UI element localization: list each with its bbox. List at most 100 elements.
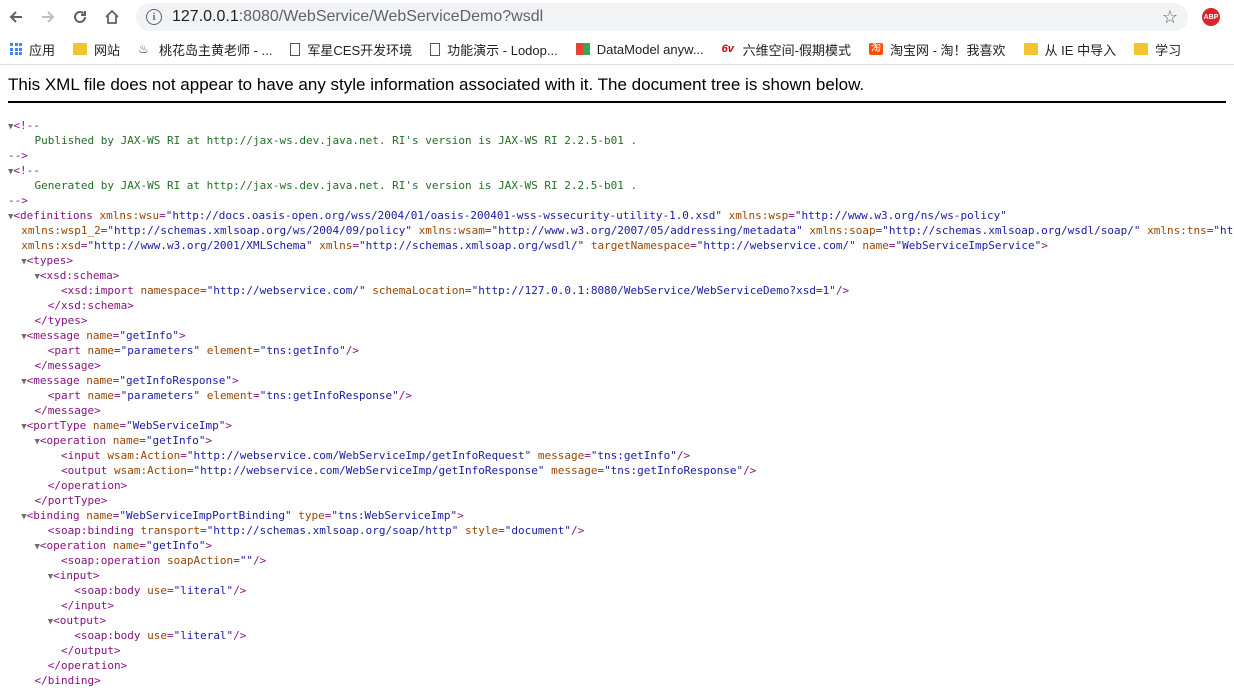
xml-attr-value: "http://webservice.com/" xyxy=(696,239,856,252)
xml-markup: </operation> xyxy=(8,659,128,672)
xml-line: ▼<!-- xyxy=(8,118,1234,133)
forward-arrow-icon[interactable] xyxy=(32,1,64,33)
xml-markup: </message> xyxy=(8,359,101,372)
bookmark-item[interactable]: 淘淘宝网 - 淘！我喜欢 xyxy=(869,40,1006,59)
xml-line: ▼<operation name="getInfo"> xyxy=(8,433,1234,448)
back-arrow-icon[interactable] xyxy=(0,1,32,33)
xml-line: <soap:operation soapAction=""/> xyxy=(8,553,1234,568)
folder-icon xyxy=(73,43,88,55)
xml-attr-value: "" xyxy=(239,554,254,567)
xml-markup xyxy=(722,209,729,222)
xml-markup: = xyxy=(253,389,260,402)
xml-attr-name: xmlns:soap xyxy=(809,224,876,237)
bookmark-item[interactable]: 应用 xyxy=(10,40,55,59)
xml-line: ▼<output> xyxy=(8,613,1234,628)
xml-attr-name: transport xyxy=(140,524,201,537)
xml-markup: > xyxy=(232,374,239,387)
xml-line: xmlns:xsd = "http://www.w3.org/2001/XMLSch… xyxy=(8,238,1234,253)
xml-attr-name: xmlns:wsp1_2 xyxy=(21,224,101,237)
xml-line: ▼<operation name="getInfo"> xyxy=(8,538,1234,553)
six-icon: 6v xyxy=(721,43,734,55)
xml-attr-value: "WebServiceImpPortBinding" xyxy=(119,509,292,522)
xml-line: --> xyxy=(8,148,1234,163)
browser-toolbar: i 127.0.0.1:8080/WebService/WebServiceDe… xyxy=(0,0,1234,34)
xml-markup: > xyxy=(225,419,232,432)
xml-markup xyxy=(8,509,21,522)
xml-line: </operation> xyxy=(8,658,1234,673)
xml-attr-value: "parameters" xyxy=(120,389,201,402)
xml-attr-value: "getInfo" xyxy=(145,434,206,447)
bookmark-label: 网站 xyxy=(94,42,121,58)
xml-line: ▼<message name="getInfo"> xyxy=(8,328,1234,343)
url-host: 127.0.0.1 xyxy=(172,8,239,25)
xml-markup: <soap:body xyxy=(8,629,148,642)
xml-attr-name: element xyxy=(206,389,254,402)
bookmark-label: 六维空间-假期模式 xyxy=(742,42,851,58)
bookmark-item[interactable]: 网站 xyxy=(73,40,120,59)
xml-markup xyxy=(200,344,207,357)
xml-attr-name: wsam:Action xyxy=(113,464,187,477)
xml-attr-value: "http://webservice.com/WebServiceImp/get… xyxy=(186,449,532,462)
bookmark-item[interactable]: 从 IE 中导入 xyxy=(1023,40,1116,59)
xml-attr-name: name xyxy=(87,344,114,357)
xml-markup: <operation xyxy=(39,434,113,447)
xml-markup: = xyxy=(788,209,795,222)
xml-line: <xsd:import namespace="http://webservice… xyxy=(8,283,1234,298)
bookmark-item[interactable]: 功能演示 - Lodop... xyxy=(430,40,558,59)
xml-attr-name: xmlns xyxy=(319,239,353,252)
adblock-plus-icon[interactable]: ABP xyxy=(1202,8,1220,26)
xml-markup: = xyxy=(690,239,697,252)
xml-attr-name: xmlns:wsp xyxy=(728,209,789,222)
bookmark-item[interactable]: 6v 六维空间-假期模式 xyxy=(722,40,851,59)
xml-line: ▼<definitions xmlns:wsu="http://docs.oas… xyxy=(8,208,1234,223)
xml-attr-value: "http://schemas.xmlsoap.org/wsdl/soap/" xyxy=(882,224,1141,237)
peach-icon: ♨ xyxy=(138,42,149,56)
xml-markup: </xsd:schema> xyxy=(8,299,134,312)
xml-line: ▼<xsd:schema> xyxy=(8,268,1234,283)
xml-attr-value: "http://www.w3.org/2007/05/addressing/me… xyxy=(491,224,803,237)
xml-attr-name: message xyxy=(551,464,598,477)
xml-markup xyxy=(8,374,21,387)
xml-line: </message> xyxy=(8,403,1234,418)
xml-attr-name: name xyxy=(86,329,113,342)
xml-line: Generated by JAX-WS RI at http://jax-ws.… xyxy=(8,178,1234,193)
xml-markup: <xsd:schema> xyxy=(39,269,120,282)
address-bar[interactable]: i 127.0.0.1:8080/WebService/WebServiceDe… xyxy=(136,3,1188,31)
bookmark-label: 淘宝网 - 淘！我喜欢 xyxy=(890,42,1006,58)
bookmark-item[interactable]: 学习 xyxy=(1134,40,1181,59)
bookmark-item[interactable]: DataModel anyw... xyxy=(575,42,704,57)
xml-markup xyxy=(8,419,21,432)
xml-markup: </binding> xyxy=(8,674,101,687)
reload-icon[interactable] xyxy=(64,1,96,33)
xml-line: --> xyxy=(8,193,1234,208)
xml-markup: > xyxy=(1041,239,1048,252)
bookmark-label: 应用 xyxy=(29,42,56,58)
xml-attr-name: xmlns:xsd xyxy=(21,239,81,252)
xml-attr-value: "http://docs.oasis-open.org/wss/2004/01/… xyxy=(165,209,723,222)
home-icon[interactable] xyxy=(96,1,128,33)
datamodel-icon xyxy=(575,43,590,55)
xml-markup: <binding xyxy=(26,509,87,522)
xml-markup: <types> xyxy=(26,254,74,267)
xml-markup: = xyxy=(498,524,505,537)
xml-markup: = xyxy=(253,344,260,357)
bookmark-star-icon[interactable]: ☆ xyxy=(1162,7,1178,28)
xml-markup xyxy=(8,269,35,282)
xml-attr-value: "document" xyxy=(504,524,571,537)
bookmark-item[interactable]: ♨ 桃花岛主黄老师 - ... xyxy=(138,40,272,59)
xml-attr-name: soapAction xyxy=(166,554,234,567)
xml-markup xyxy=(8,224,21,237)
info-icon[interactable]: i xyxy=(146,9,162,25)
xml-markup xyxy=(8,434,35,447)
xml-line: </types> xyxy=(8,313,1234,328)
xml-markup xyxy=(584,239,591,252)
xml-markup: = xyxy=(200,524,207,537)
xml-attr-name: name xyxy=(87,389,114,402)
xml-markup: = xyxy=(139,434,146,447)
xml-markup: <!-- xyxy=(13,164,40,177)
bookmark-item[interactable]: 军星CES开发环境 xyxy=(290,40,412,59)
xml-markup xyxy=(8,539,35,552)
xml-markup: <soap:operation xyxy=(8,554,167,567)
xml-attr-name: wsam:Action xyxy=(107,449,181,462)
xml-document-tree: ▼<!-- Published by JAX-WS RI at http://j… xyxy=(0,103,1234,688)
